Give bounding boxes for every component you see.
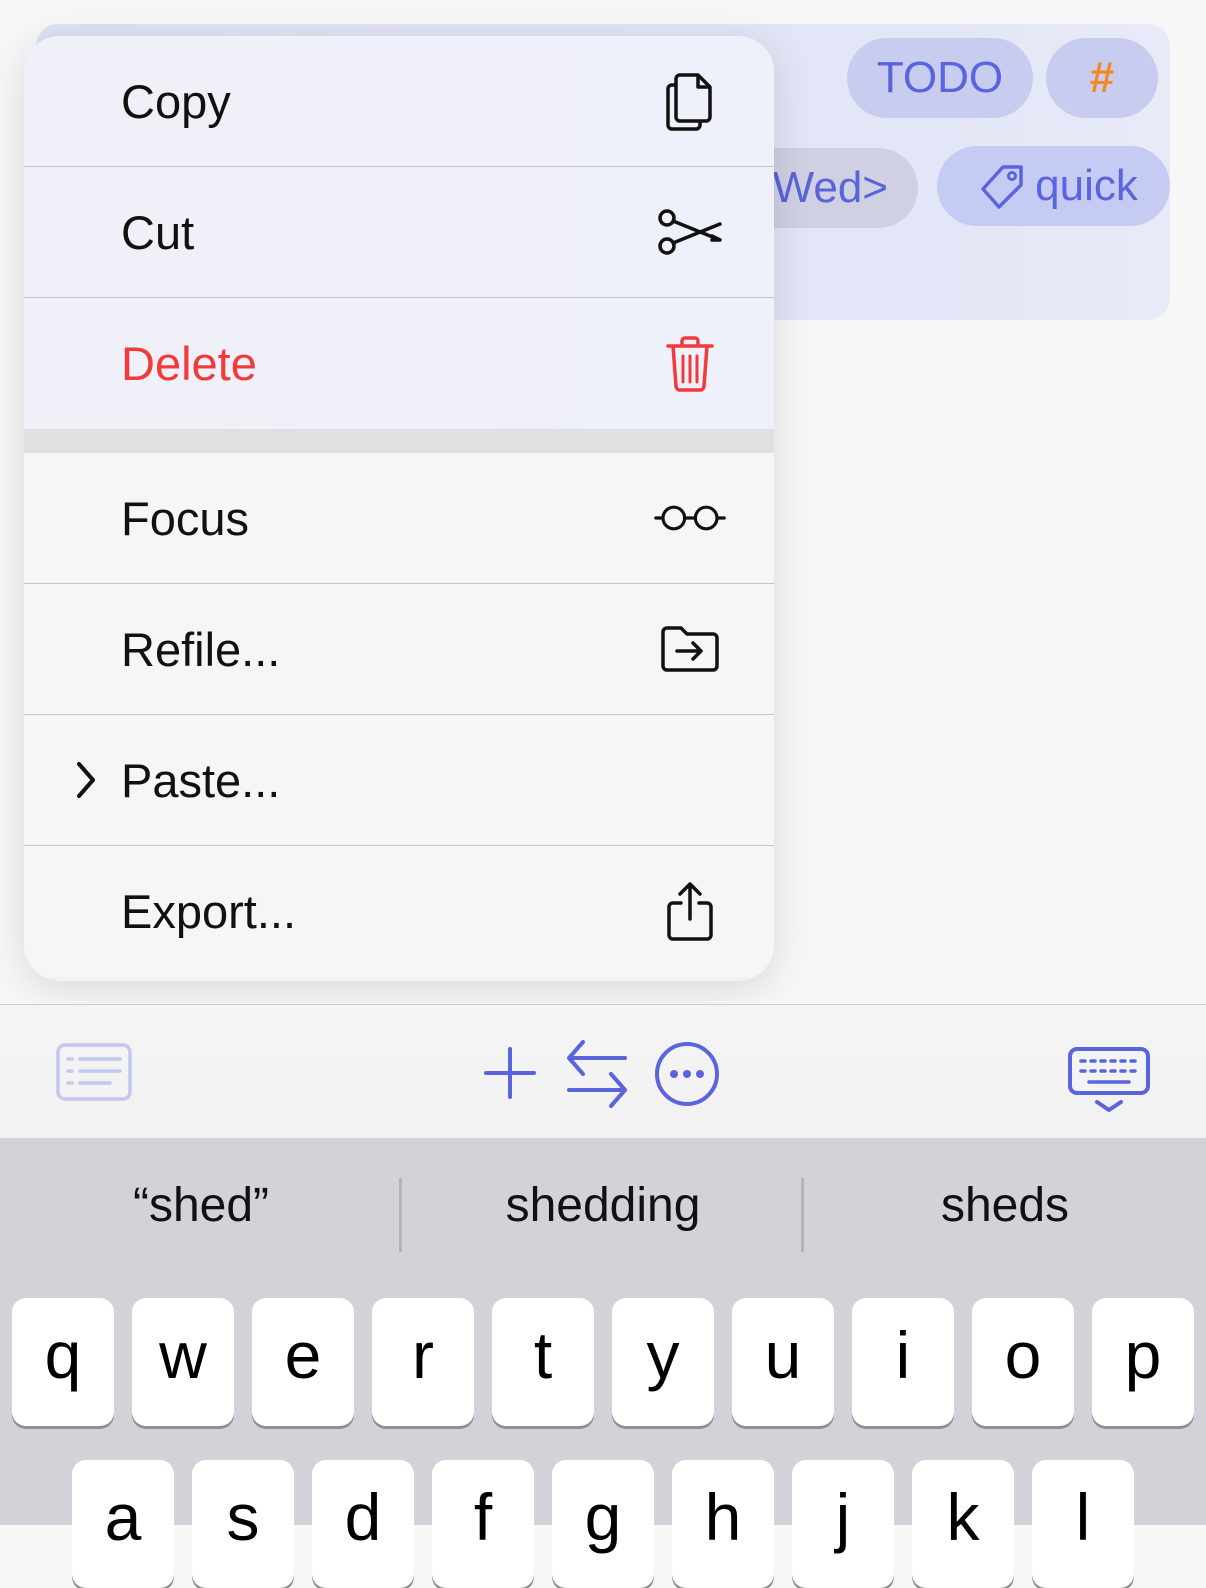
- menu-item-cut[interactable]: Cut: [24, 167, 774, 298]
- keyboard: “shed” shedding sheds q w e r t y u i o …: [0, 1138, 1206, 1588]
- key-p[interactable]: p: [1092, 1298, 1194, 1426]
- key-f[interactable]: f: [432, 1460, 534, 1588]
- editor-toolbar: [0, 1004, 1206, 1139]
- menu-group-actions: Focus Refile... Paste... Export...: [24, 453, 774, 977]
- keyboard-dismiss-icon[interactable]: [1066, 1045, 1152, 1117]
- menu-separator: [24, 429, 774, 453]
- plus-icon[interactable]: [480, 1043, 540, 1103]
- swap-arrows-icon[interactable]: [562, 1035, 632, 1111]
- key-a[interactable]: a: [72, 1460, 174, 1588]
- key-s[interactable]: s: [192, 1460, 294, 1588]
- ellipsis-circle-icon[interactable]: [652, 1039, 722, 1109]
- glasses-icon: [654, 482, 726, 554]
- suggestion-item[interactable]: “shed”: [0, 1178, 402, 1233]
- menu-item-delete[interactable]: Delete: [24, 298, 774, 429]
- chevron-right-icon: [68, 750, 104, 810]
- menu-group-edit: Copy Cut Delete: [24, 36, 774, 429]
- menu-item-focus[interactable]: Focus: [24, 453, 774, 584]
- key-i[interactable]: i: [852, 1298, 954, 1426]
- suggestion-item[interactable]: sheds: [804, 1178, 1206, 1233]
- key-l[interactable]: l: [1032, 1460, 1134, 1588]
- key-u[interactable]: u: [732, 1298, 834, 1426]
- key-w[interactable]: w: [132, 1298, 234, 1426]
- menu-item-label: Paste...: [121, 753, 281, 807]
- key-k[interactable]: k: [912, 1460, 1014, 1588]
- menu-item-label: Refile...: [121, 622, 281, 676]
- trash-icon: [654, 328, 726, 400]
- key-d[interactable]: d: [312, 1460, 414, 1588]
- suggestion-item[interactable]: shedding: [402, 1178, 804, 1233]
- key-e[interactable]: e: [252, 1298, 354, 1426]
- key-h[interactable]: h: [672, 1460, 774, 1588]
- key-j[interactable]: j: [792, 1460, 894, 1588]
- share-icon: [654, 876, 726, 948]
- hash-chip[interactable]: #: [1046, 38, 1158, 118]
- menu-item-label: Cut: [121, 205, 195, 259]
- menu-item-label: Focus: [121, 491, 249, 545]
- folder-arrow-icon: [654, 613, 726, 685]
- menu-item-export[interactable]: Export...: [24, 846, 774, 977]
- tag-chip[interactable]: quick: [937, 146, 1170, 226]
- context-menu: Copy Cut Delete Focus Refile... Paste...…: [24, 36, 774, 981]
- menu-item-label: Copy: [121, 74, 231, 128]
- key-y[interactable]: y: [612, 1298, 714, 1426]
- outline-icon[interactable]: [52, 1039, 136, 1105]
- scissors-icon: [654, 196, 726, 268]
- key-r[interactable]: r: [372, 1298, 474, 1426]
- key-q[interactable]: q: [12, 1298, 114, 1426]
- key-o[interactable]: o: [972, 1298, 1074, 1426]
- todo-chip[interactable]: TODO: [847, 38, 1033, 118]
- tag-label: quick: [1035, 161, 1138, 210]
- tag-icon: [981, 165, 1023, 209]
- menu-item-refile[interactable]: Refile...: [24, 584, 774, 715]
- suggestion-bar: “shed” shedding sheds: [0, 1138, 1206, 1293]
- menu-item-copy[interactable]: Copy: [24, 36, 774, 167]
- key-g[interactable]: g: [552, 1460, 654, 1588]
- copy-icon: [654, 65, 726, 137]
- menu-item-paste[interactable]: Paste...: [24, 715, 774, 846]
- key-t[interactable]: t: [492, 1298, 594, 1426]
- menu-item-label: Delete: [121, 337, 257, 390]
- menu-item-label: Export...: [121, 885, 297, 938]
